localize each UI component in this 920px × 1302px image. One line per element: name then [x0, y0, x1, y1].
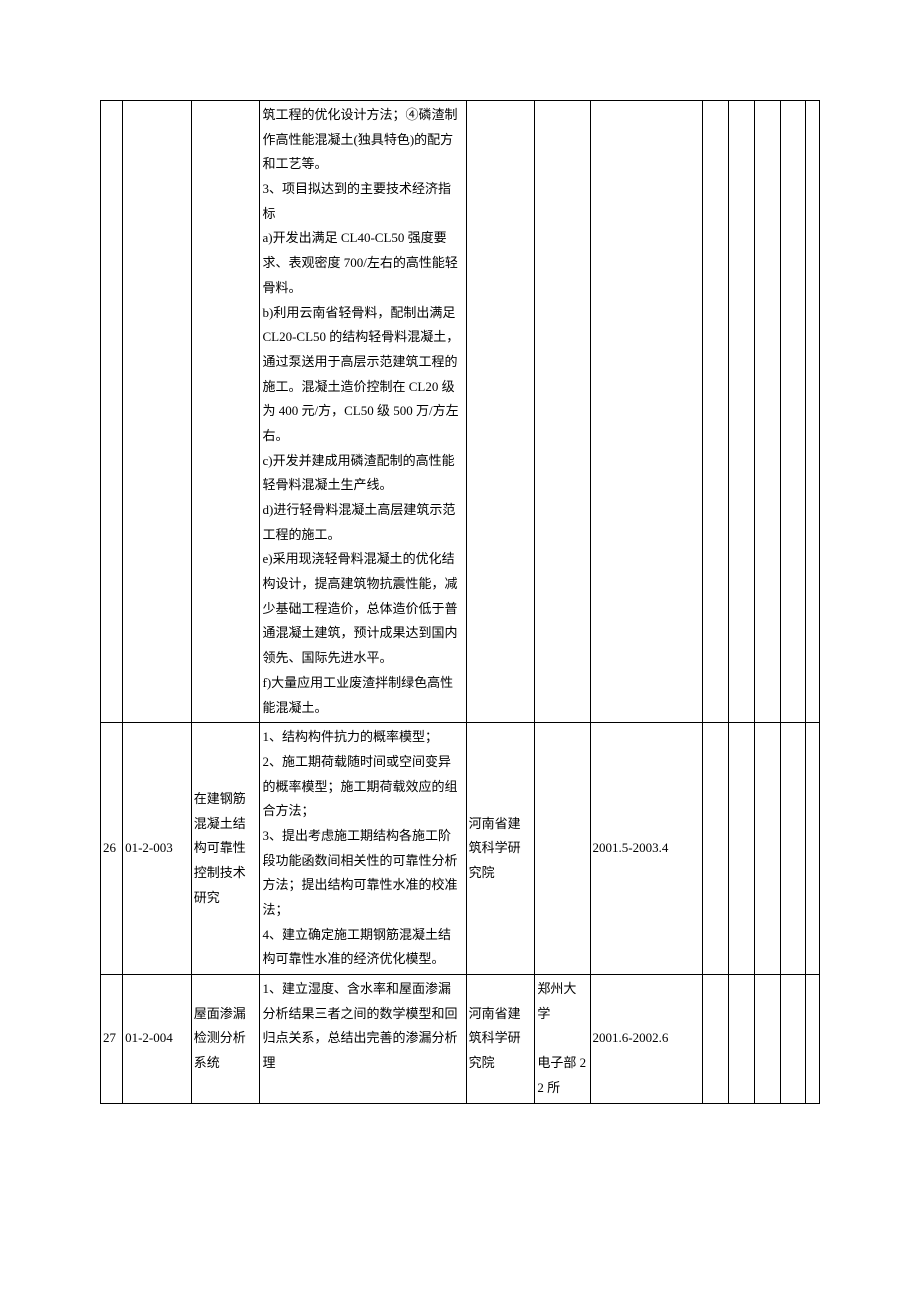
extra-col-2: [729, 975, 755, 1103]
extra-col-2: [729, 723, 755, 975]
extra-col-5: [806, 101, 820, 723]
organization: 河南省建筑科学研究院: [466, 975, 535, 1103]
project-description: 1、建立湿度、含水率和屋面渗漏分析结果三者之间的数学模型和回归点关系，总结出完善…: [260, 975, 466, 1103]
date-range: 2001.6-2002.6: [590, 975, 703, 1103]
organization: 河南省建筑科学研究院: [466, 723, 535, 975]
extra-col-4: [780, 101, 806, 723]
cooperator: 郑州大学电子部 22 所: [535, 975, 590, 1103]
row-index: [101, 101, 123, 723]
project-description: 1、结构构件抗力的概率模型；2、施工期荷载随时间或空间变异的概率模型；施工期荷载…: [260, 723, 466, 975]
extra-col-1: [703, 101, 729, 723]
extra-col-3: [754, 723, 780, 975]
table-row: 2601-2-003在建钢筋混凝土结构可靠性控制技术研究1、结构构件抗力的概率模…: [101, 723, 820, 975]
extra-col-5: [806, 975, 820, 1103]
cooperator: [535, 101, 590, 723]
project-title: [191, 101, 260, 723]
cooperator: [535, 723, 590, 975]
extra-col-1: [703, 975, 729, 1103]
project-code: [123, 101, 192, 723]
organization: [466, 101, 535, 723]
research-projects-table: 筑工程的优化设计方法；④磷渣制作高性能混凝土(独具特色)的配方和工艺等。3、项目…: [100, 100, 820, 1104]
table-row: 筑工程的优化设计方法；④磷渣制作高性能混凝土(独具特色)的配方和工艺等。3、项目…: [101, 101, 820, 723]
extra-col-5: [806, 723, 820, 975]
extra-col-1: [703, 723, 729, 975]
extra-col-3: [754, 101, 780, 723]
project-title: 屋面渗漏检测分析系统: [191, 975, 260, 1103]
project-description: 筑工程的优化设计方法；④磷渣制作高性能混凝土(独具特色)的配方和工艺等。3、项目…: [260, 101, 466, 723]
extra-col-4: [780, 723, 806, 975]
date-range: 2001.5-2003.4: [590, 723, 703, 975]
table-row: 2701-2-004屋面渗漏检测分析系统1、建立湿度、含水率和屋面渗漏分析结果三…: [101, 975, 820, 1103]
project-code: 01-2-003: [123, 723, 192, 975]
extra-col-3: [754, 975, 780, 1103]
row-index: 26: [101, 723, 123, 975]
project-title: 在建钢筋混凝土结构可靠性控制技术研究: [191, 723, 260, 975]
extra-col-4: [780, 975, 806, 1103]
extra-col-2: [729, 101, 755, 723]
project-code: 01-2-004: [123, 975, 192, 1103]
date-range: [590, 101, 703, 723]
document-page: 筑工程的优化设计方法；④磷渣制作高性能混凝土(独具特色)的配方和工艺等。3、项目…: [0, 0, 920, 1164]
row-index: 27: [101, 975, 123, 1103]
